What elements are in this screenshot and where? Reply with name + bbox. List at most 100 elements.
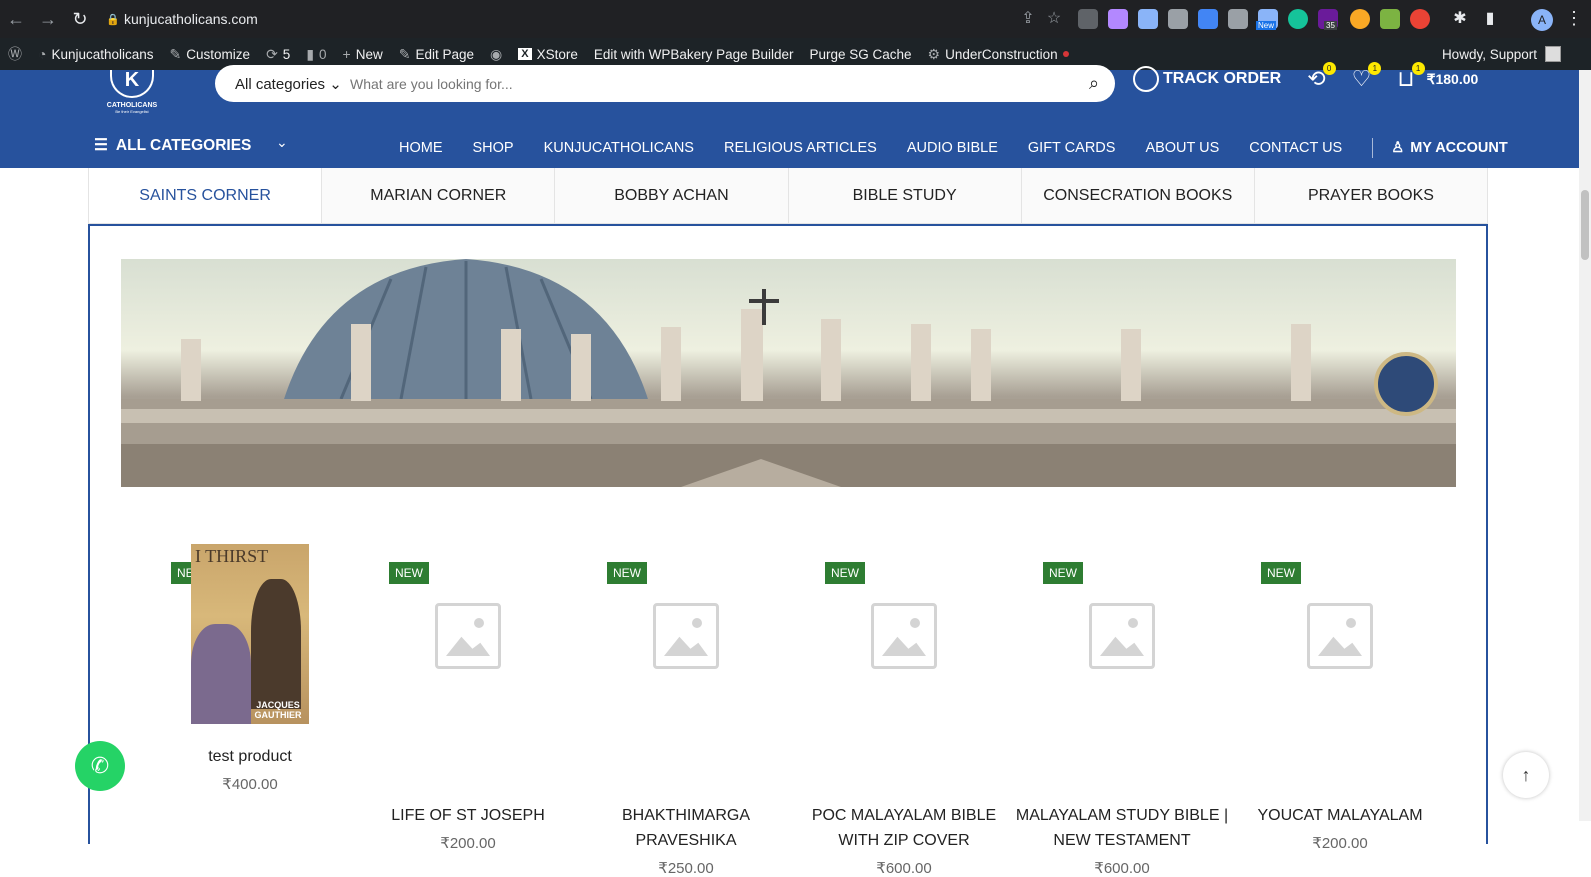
extension-icon[interactable] bbox=[1138, 9, 1158, 29]
wp-logo-icon[interactable]: Ⓦ bbox=[0, 38, 30, 70]
howdy-label: Howdy, Support bbox=[1441, 46, 1537, 62]
browser-toolbar: ← → ↻ 🔒 kunjucatholicans.com ⇪ ☆ New 35 … bbox=[0, 0, 1591, 38]
product-price: ₹200.00 bbox=[1312, 835, 1368, 852]
arrow-up-icon: ↑ bbox=[1521, 765, 1531, 785]
tab-marian-corner[interactable]: MARIAN CORNER bbox=[322, 168, 556, 223]
category-select[interactable]: All categories ⌄ bbox=[215, 75, 350, 93]
extension-icon[interactable]: 35 bbox=[1318, 9, 1338, 30]
product-image[interactable] bbox=[1063, 603, 1181, 783]
search-icon[interactable]: ⌕ bbox=[1073, 73, 1115, 94]
tab-saints-corner[interactable]: SAINTS CORNER bbox=[89, 168, 323, 223]
chevron-down-icon[interactable]: ⌄ bbox=[276, 134, 288, 151]
site-link[interactable]: ◔ Kunjucatholicans bbox=[30, 38, 162, 70]
extension-icon[interactable] bbox=[1078, 9, 1098, 29]
gear-icon: ⚙ bbox=[927, 45, 941, 62]
wishlist-icon[interactable]: ♡ 1 bbox=[1352, 62, 1382, 92]
product-card[interactable]: NEW BHAKTHIMARGA PRAVESHIKA ₹250.00 bbox=[577, 544, 795, 877]
all-categories-label: ALL CATEGORIES bbox=[115, 136, 252, 154]
product-card[interactable]: NEW I THIRST JACQUES GAUTHIER test produ… bbox=[141, 544, 359, 877]
search-input[interactable] bbox=[350, 75, 1073, 92]
new-badge: NEW bbox=[1043, 562, 1083, 584]
extension-icon[interactable] bbox=[1228, 9, 1248, 29]
user-icon: ♙ bbox=[1391, 140, 1405, 156]
scrollbar-thumb[interactable] bbox=[1581, 190, 1589, 260]
extension-icon[interactable] bbox=[1410, 9, 1430, 29]
product-image[interactable] bbox=[1281, 603, 1399, 783]
count-badge: 35 bbox=[1324, 21, 1337, 30]
new-badge: New bbox=[1256, 21, 1277, 30]
track-order-link[interactable]: TRACK ORDER bbox=[1133, 66, 1281, 92]
my-account-label: MY ACCOUNT bbox=[1410, 140, 1508, 156]
product-card[interactable]: NEW MALAYALAM STUDY BIBLE | NEW TESTAMEN… bbox=[1013, 544, 1231, 877]
address-bar[interactable]: 🔒 kunjucatholicans.com bbox=[102, 5, 1102, 33]
back-to-top-button[interactable]: ↑ bbox=[1503, 752, 1549, 798]
product-name[interactable]: test product bbox=[141, 744, 359, 769]
product-name[interactable]: POC MALAYALAM BIBLE WITH ZIP COVER bbox=[795, 803, 1013, 853]
dashboard-icon: ◔ bbox=[38, 46, 47, 62]
forward-icon[interactable]: → bbox=[32, 9, 64, 30]
image-placeholder-icon bbox=[871, 603, 937, 669]
product-image[interactable] bbox=[627, 603, 745, 783]
site-logo[interactable]: K CATHOLICANS Be their Evangelist bbox=[104, 70, 160, 114]
edit-label: Edit Page bbox=[415, 46, 475, 62]
tab-prayer-books[interactable]: PRAYER BOOKS bbox=[1254, 168, 1489, 223]
lock-icon: 🔒 bbox=[106, 13, 120, 26]
under-label: UnderConstruction bbox=[945, 46, 1058, 62]
nav-home[interactable]: HOME bbox=[399, 140, 443, 156]
track-label: TRACK ORDER bbox=[1163, 70, 1282, 87]
clock-icon bbox=[1133, 66, 1159, 92]
nav-shop[interactable]: SHOP bbox=[473, 140, 514, 156]
all-categories-button[interactable]: ☰ ALL CATEGORIES bbox=[94, 136, 251, 155]
menu-icon[interactable]: ⋮ bbox=[1565, 8, 1583, 29]
back-icon[interactable]: ← bbox=[0, 9, 32, 30]
nav-contact-us[interactable]: CONTACT US bbox=[1249, 140, 1342, 156]
cover-title: I THIRST bbox=[195, 546, 269, 566]
product-image[interactable] bbox=[409, 603, 527, 783]
basilica-illustration bbox=[121, 259, 1456, 487]
nav-religious-articles[interactable]: RELIGIOUS ARTICLES bbox=[724, 140, 877, 156]
cart-total[interactable]: ₹180.00 bbox=[1427, 71, 1479, 88]
product-name[interactable]: MALAYALAM STUDY BIBLE | NEW TESTAMENT bbox=[1013, 803, 1231, 853]
puzzle-icon[interactable]: ✱ bbox=[1444, 8, 1476, 28]
whatsapp-button[interactable]: ✆ bbox=[75, 741, 125, 791]
extension-icon[interactable] bbox=[1350, 9, 1370, 29]
account-menu[interactable]: Howdy, Support bbox=[1442, 46, 1591, 62]
tab-bible-study[interactable]: BIBLE STUDY bbox=[788, 168, 1022, 223]
my-account-link[interactable]: ♙ MY ACCOUNT bbox=[1391, 140, 1507, 156]
cover-author: JACQUES GAUTHIER bbox=[254, 700, 302, 720]
product-card[interactable]: NEW POC MALAYALAM BIBLE WITH ZIP COVER ₹… bbox=[795, 544, 1013, 877]
product-image[interactable]: I THIRST JACQUES GAUTHIER bbox=[191, 544, 309, 724]
compare-count: 0 bbox=[1322, 62, 1336, 75]
scrollbar[interactable] bbox=[1579, 70, 1591, 821]
url-text: kunjucatholicans.com bbox=[124, 11, 258, 27]
product-name[interactable]: LIFE OF ST JOSEPH bbox=[359, 803, 577, 828]
product-name[interactable]: BHAKTHIMARGA PRAVESHIKA bbox=[577, 803, 795, 853]
extension-icon[interactable] bbox=[1168, 9, 1188, 29]
product-image[interactable] bbox=[845, 603, 963, 783]
nav-divider bbox=[1372, 138, 1374, 158]
new-label: New bbox=[355, 46, 383, 62]
compare-icon[interactable]: ⟲ 0 bbox=[1307, 62, 1336, 92]
tab-bobby-achan[interactable]: BOBBY ACHAN bbox=[555, 168, 789, 223]
nav-audio-bible[interactable]: AUDIO BIBLE bbox=[907, 140, 998, 156]
product-card[interactable]: NEW LIFE OF ST JOSEPH ₹200.00 bbox=[359, 544, 577, 877]
site-header: K CATHOLICANS Be their Evangelist All ca… bbox=[0, 62, 1579, 168]
extension-icon[interactable] bbox=[1380, 9, 1400, 29]
extension-icon[interactable] bbox=[1198, 9, 1218, 29]
reload-icon[interactable]: ↻ bbox=[64, 9, 96, 30]
cart-icon[interactable]: ⊔ 1 bbox=[1397, 62, 1425, 92]
product-card[interactable]: NEW YOUCAT MALAYALAM ₹200.00 bbox=[1231, 544, 1449, 877]
profile-avatar[interactable]: A bbox=[1531, 9, 1553, 31]
nav-about-us[interactable]: ABOUT US bbox=[1145, 140, 1219, 156]
nav-gift-cards[interactable]: GIFT CARDS bbox=[1028, 140, 1116, 156]
extension-icon[interactable]: New bbox=[1256, 9, 1278, 30]
logo-text: CATHOLICANS bbox=[106, 102, 158, 109]
tab-consecration-books[interactable]: CONSECRATION BOOKS bbox=[1021, 168, 1255, 223]
extension-icon[interactable] bbox=[1108, 9, 1128, 29]
star-icon[interactable]: ☆ bbox=[1038, 8, 1070, 28]
new-badge: NEW bbox=[389, 562, 429, 584]
sidebar-icon[interactable]: ▮ bbox=[1474, 8, 1506, 28]
extension-icon[interactable] bbox=[1288, 9, 1308, 29]
nav-kunjucatholicans[interactable]: KUNJUCATHOLICANS bbox=[544, 140, 694, 156]
product-name[interactable]: YOUCAT MALAYALAM bbox=[1231, 803, 1449, 828]
